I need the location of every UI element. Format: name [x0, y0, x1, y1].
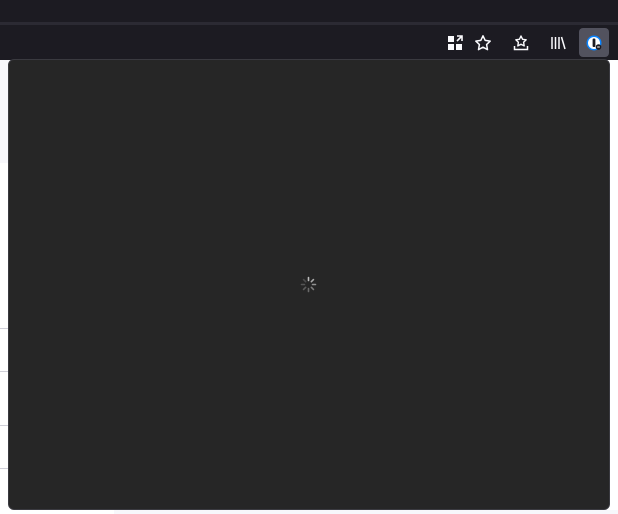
pocket-icon [513, 34, 529, 50]
save-to-pocket-button[interactable] [506, 28, 536, 57]
page-panel-sliver [114, 510, 618, 514]
star-icon [475, 34, 491, 50]
extensions-button[interactable] [440, 28, 470, 57]
library-button[interactable] [543, 28, 573, 57]
keyhole-icon [586, 35, 602, 50]
library-icon [551, 36, 566, 49]
password-manager-extension-button[interactable] [579, 28, 609, 57]
loading-spinner-icon [300, 276, 317, 293]
bookmark-star-button[interactable] [468, 28, 498, 57]
grid-plus-icon [448, 34, 463, 50]
address-bar[interactable] [0, 27, 499, 58]
tab-strip [0, 0, 618, 22]
